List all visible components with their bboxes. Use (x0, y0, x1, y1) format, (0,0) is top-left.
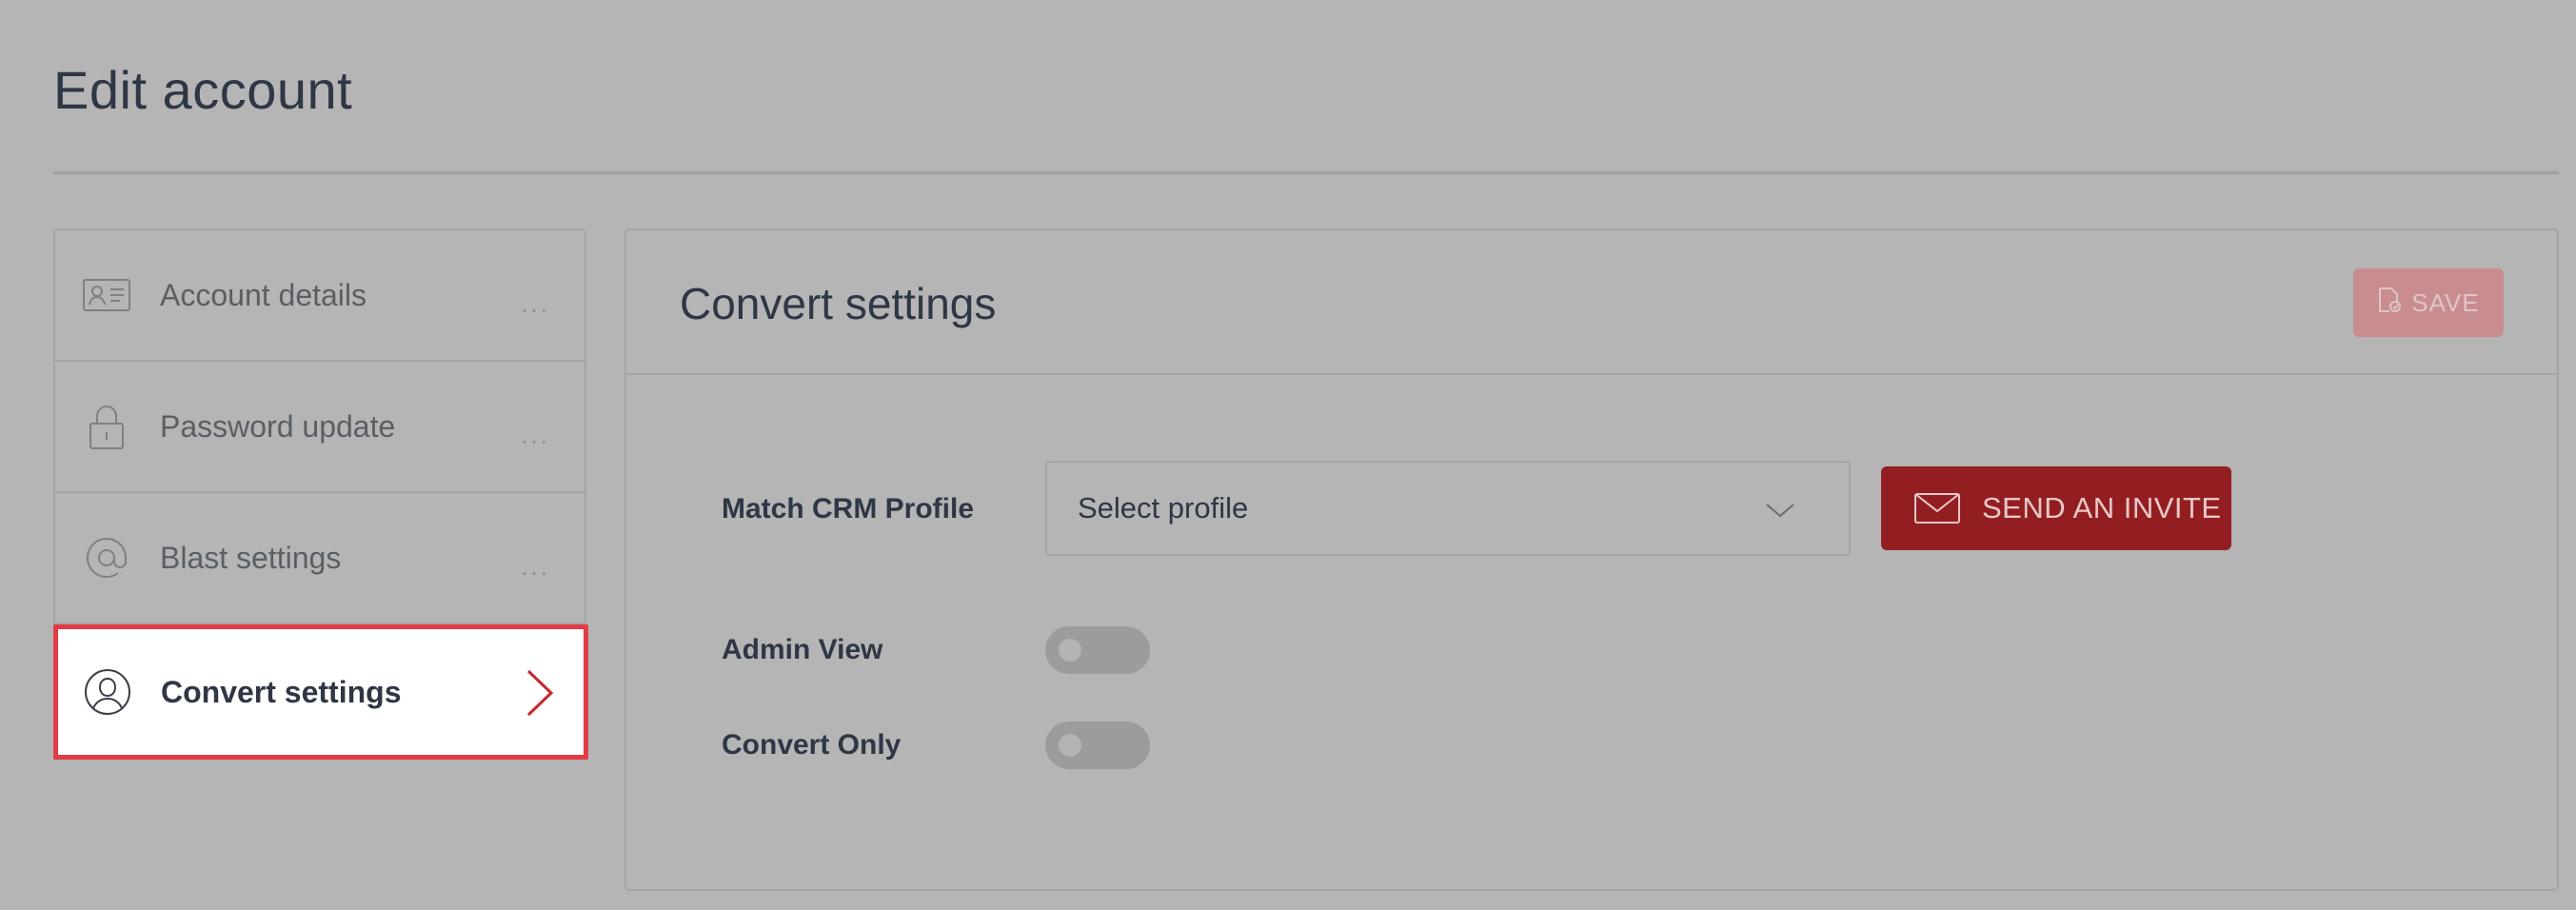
save-file-icon (2377, 287, 2402, 320)
profile-select-value: Select profile (1078, 491, 1249, 524)
toggle-knob (1059, 639, 1081, 662)
match-crm-profile-label: Match CRM Profile (722, 493, 975, 524)
panel-title: Convert settings (680, 279, 997, 328)
more-dots: ... (521, 289, 550, 318)
convert-settings-panel: Convert settings SAVE Match CRM Profile … (624, 228, 2559, 891)
save-button[interactable]: SAVE (2353, 268, 2504, 337)
toggle-knob (1059, 734, 1081, 757)
sidebar-item-label: Blast settings (160, 540, 342, 575)
sidebar-item-label: Password update (160, 408, 396, 444)
more-dots: ... (521, 421, 550, 449)
sidebar-item-label: Convert settings (161, 674, 402, 709)
profile-select[interactable]: Select profile (1045, 461, 1851, 556)
page-title: Edit account (53, 60, 353, 120)
send-invite-button[interactable]: SEND AN INVITE (1881, 466, 2231, 550)
panel-header: Convert settings SAVE (626, 230, 2557, 375)
admin-view-label: Admin View (722, 634, 883, 665)
envelope-icon (1913, 492, 1961, 524)
lock-icon (82, 402, 131, 451)
admin-view-toggle[interactable] (1045, 626, 1150, 674)
save-label: SAVE (2411, 287, 2480, 317)
sidebar-item-convert-settings[interactable]: Convert settings (53, 624, 588, 760)
chevron-down-icon (1765, 501, 1795, 524)
more-dots: ... (521, 552, 550, 581)
sidebar-item-account-details[interactable]: Account details ... (55, 230, 585, 362)
sidebar-item-label: Account details (160, 277, 367, 312)
id-card-icon (82, 270, 131, 320)
user-icon (83, 667, 132, 717)
convert-only-toggle[interactable] (1045, 722, 1150, 769)
chevron-right-icon (525, 669, 555, 722)
sidebar-item-blast-settings[interactable]: Blast settings ... (55, 493, 585, 624)
sidebar: Account details ... Password update ... … (53, 228, 588, 760)
convert-only-label: Convert Only (722, 729, 902, 761)
at-sign-icon (82, 533, 131, 583)
title-divider (53, 171, 2559, 174)
sidebar-item-password-update[interactable]: Password update ... (55, 362, 585, 493)
send-invite-label: SEND AN INVITE (1982, 491, 2222, 524)
